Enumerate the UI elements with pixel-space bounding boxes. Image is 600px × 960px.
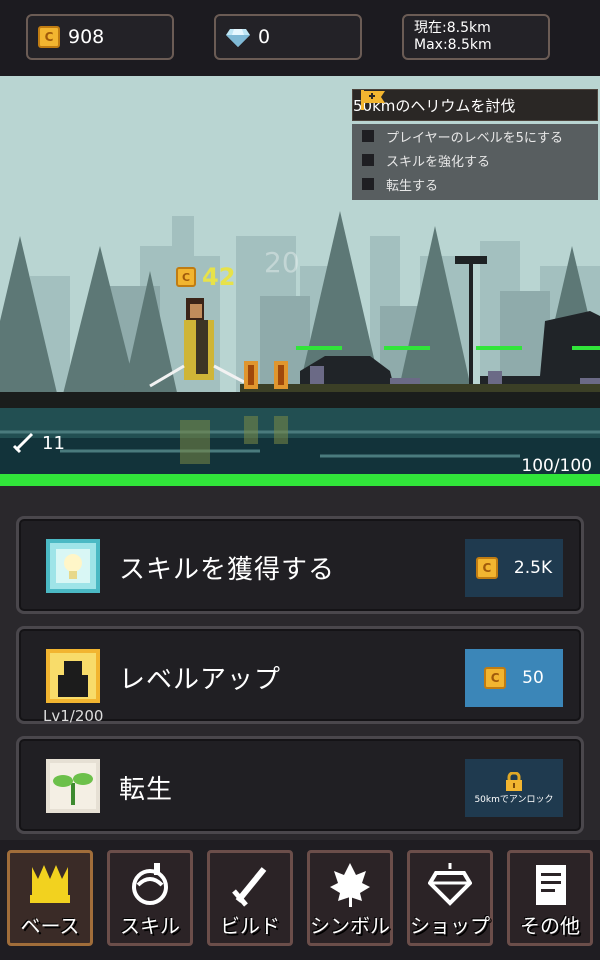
- faded-popup: 20: [264, 246, 300, 279]
- quest-item: スキルを強化する: [352, 148, 598, 172]
- flag-icon: [361, 90, 385, 110]
- shop-gem-icon: [428, 863, 472, 906]
- attack-value: 11: [42, 432, 65, 454]
- lock-icon: [506, 771, 522, 791]
- document-icon: [536, 865, 566, 905]
- tab-label: その他: [520, 914, 580, 938]
- coin-icon: C: [484, 667, 507, 689]
- checkbox-icon: [362, 130, 374, 142]
- skill-orb-icon: [132, 863, 168, 905]
- bottom-nav: ベース スキル ビルド シンボル ショップ その他: [0, 840, 600, 960]
- maple-leaf-icon: [330, 863, 370, 907]
- unlock-requirement: 50kmでアンロック: [474, 794, 554, 805]
- skill-crystal-icon: [46, 539, 100, 593]
- quest-item: プレイヤーのレベルを5にする: [352, 124, 598, 148]
- rebirth-label: 転生: [119, 775, 174, 805]
- level-up-price-button[interactable]: C 50: [465, 649, 563, 707]
- tab-label: ショップ: [410, 914, 490, 938]
- battle-scene: 50kmのヘリウムを討伐 プレイヤーのレベルを5にする スキルを強化する 転生す…: [0, 76, 600, 486]
- coin-gain-amount: 42: [202, 263, 236, 291]
- current-distance: 現在:8.5km: [414, 20, 491, 36]
- coin-icon: C: [176, 267, 196, 287]
- tab-label: ベース: [20, 914, 80, 938]
- rebirth-locked-button[interactable]: 50kmでアンロック: [465, 759, 563, 817]
- acquire-skill-price-button[interactable]: C 2.5K: [465, 539, 563, 597]
- tab-other[interactable]: その他: [507, 850, 593, 946]
- acquire-skill-card[interactable]: スキルを獲得する C 2.5K: [16, 516, 584, 614]
- tab-label: シンボル: [310, 914, 390, 938]
- sword-icon: [232, 867, 267, 907]
- tab-skill[interactable]: スキル: [107, 850, 193, 946]
- tab-shop[interactable]: ショップ: [407, 850, 493, 946]
- coin-icon: C: [475, 557, 498, 579]
- sprout-icon: [46, 759, 100, 813]
- distance-panel: 現在:8.5km Max:8.5km: [402, 14, 550, 60]
- rebirth-card[interactable]: 転生 50kmでアンロック: [16, 736, 584, 834]
- acquire-skill-label: スキルを獲得する: [119, 555, 336, 585]
- tab-label: ビルド: [220, 914, 280, 938]
- quest-item-label: 転生する: [386, 178, 439, 194]
- hp-bar: [0, 474, 600, 486]
- quest-title-panel[interactable]: 50kmのヘリウムを討伐: [352, 89, 598, 121]
- sword-icon: [12, 432, 34, 454]
- diamond-icon: [226, 29, 250, 47]
- base-crown-icon: [30, 865, 70, 903]
- coin-counter: C 908: [26, 14, 174, 60]
- coin-gain-popup: C 42: [176, 263, 235, 291]
- coin-icon: C: [38, 26, 60, 48]
- max-distance: Max:8.5km: [414, 37, 492, 53]
- tab-base[interactable]: ベース: [7, 850, 93, 946]
- quest-item-label: プレイヤーのレベルを5にする: [386, 130, 564, 146]
- gem-counter: 0: [214, 14, 362, 60]
- checkbox-icon: [362, 178, 374, 190]
- checkbox-icon: [362, 154, 374, 166]
- player-silhouette-icon: [46, 649, 100, 703]
- quest-item: 転生する: [352, 172, 598, 196]
- level-up-label: レベルアップ: [119, 665, 282, 695]
- attack-stat: 11: [12, 432, 65, 454]
- coin-amount: 908: [68, 26, 105, 48]
- tab-symbol[interactable]: シンボル: [307, 850, 393, 946]
- top-status-bar: C 908 0 現在:8.5km Max:8.5km: [0, 0, 600, 76]
- acquire-skill-price: 2.5K: [513, 558, 553, 578]
- level-up-price: 50: [522, 668, 544, 688]
- player-level: Lv1/200: [43, 707, 104, 725]
- quest-item-label: スキルを強化する: [386, 154, 491, 170]
- level-up-card[interactable]: レベルアップ Lv1/200 C 50: [16, 626, 584, 725]
- tab-label: スキル: [120, 914, 180, 938]
- gem-amount: 0: [258, 26, 271, 48]
- quest-checklist: プレイヤーのレベルを5にする スキルを強化する 転生する: [352, 124, 598, 200]
- hp-text: 100/100: [521, 456, 592, 476]
- tab-build[interactable]: ビルド: [207, 850, 293, 946]
- action-panel: スキルを獲得する C 2.5K レベルアップ Lv1/200 C 50 転生 5…: [0, 486, 600, 840]
